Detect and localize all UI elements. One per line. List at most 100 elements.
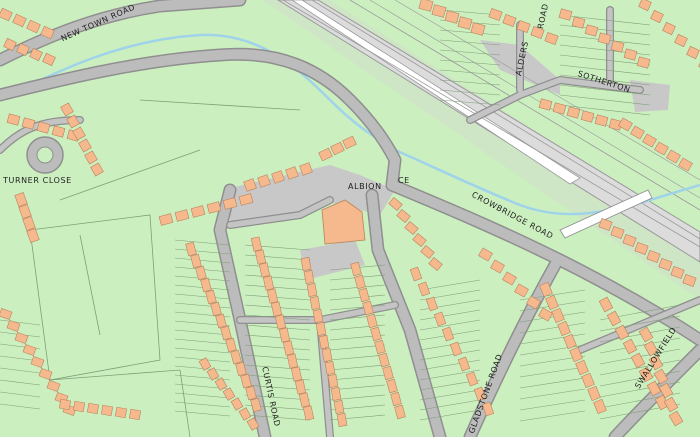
parcel-line — [439, 79, 501, 86]
parcel-line — [329, 304, 386, 311]
map-detail-layer — [0, 0, 700, 431]
map-canvas[interactable]: NEW TOWN ROAD TURNER CLOSE ALBION CE CRO… — [0, 0, 700, 437]
parcel-line — [174, 293, 231, 300]
building — [257, 174, 271, 188]
building — [502, 271, 517, 286]
building — [350, 261, 362, 277]
building — [636, 56, 651, 69]
building — [327, 374, 339, 388]
building — [14, 331, 29, 345]
building — [598, 296, 614, 313]
building — [580, 110, 595, 123]
building — [51, 125, 66, 138]
building — [388, 196, 403, 212]
building — [516, 20, 531, 33]
building — [622, 234, 637, 247]
building — [318, 147, 333, 162]
building — [266, 288, 279, 304]
building — [428, 256, 443, 272]
building — [300, 257, 312, 271]
building — [539, 281, 553, 298]
building — [6, 113, 21, 126]
building — [597, 32, 612, 45]
building — [558, 8, 573, 21]
building — [38, 367, 53, 381]
building — [333, 400, 345, 414]
building — [386, 378, 398, 394]
building — [271, 170, 285, 184]
parcel-line — [0, 391, 41, 398]
parcel-line — [329, 374, 386, 381]
parcel-line — [559, 54, 651, 66]
building — [418, 0, 434, 12]
parcel-line — [439, 39, 501, 46]
parcel-line — [174, 338, 231, 345]
building — [330, 141, 345, 156]
building — [598, 218, 613, 231]
building — [84, 150, 98, 165]
parcel-line — [244, 284, 311, 291]
building — [36, 121, 51, 134]
building — [12, 13, 27, 28]
building — [230, 397, 244, 411]
building — [606, 310, 622, 327]
parcel-line — [419, 389, 481, 401]
building — [646, 250, 661, 263]
building — [544, 32, 559, 45]
parcel-line — [174, 248, 231, 255]
building — [278, 327, 291, 343]
building — [417, 281, 431, 297]
building — [650, 9, 664, 24]
parcel-line — [244, 334, 311, 341]
label-turner-close: TURNER CLOSE — [3, 176, 72, 185]
building — [306, 283, 318, 297]
parcel-line — [419, 399, 481, 411]
building — [668, 410, 684, 427]
building — [653, 368, 669, 385]
building — [22, 343, 37, 357]
building — [18, 203, 32, 220]
building — [321, 348, 333, 362]
building — [444, 10, 460, 24]
building — [286, 353, 299, 369]
building — [610, 40, 625, 53]
building — [246, 417, 260, 431]
building — [336, 413, 348, 427]
building — [663, 396, 679, 413]
parcel-line — [244, 274, 311, 281]
building — [78, 138, 92, 153]
building — [642, 133, 657, 148]
building — [470, 22, 486, 36]
building — [72, 400, 86, 413]
building — [158, 213, 174, 226]
building — [16, 42, 30, 57]
building — [318, 335, 330, 349]
building — [488, 8, 503, 21]
building — [210, 301, 222, 317]
building — [66, 114, 80, 129]
parcel-line — [419, 349, 481, 361]
building — [205, 289, 217, 305]
building — [220, 325, 232, 341]
building — [370, 326, 382, 342]
building — [312, 309, 324, 323]
parcel-line — [244, 354, 311, 361]
parcel-line — [519, 388, 586, 400]
building — [185, 241, 197, 257]
building — [298, 392, 311, 408]
parcel-line — [439, 29, 501, 36]
building — [545, 294, 559, 311]
building — [128, 408, 142, 421]
parcel-line — [419, 279, 481, 291]
building — [630, 125, 645, 140]
building — [674, 33, 688, 48]
building — [551, 307, 565, 324]
parcel-line — [519, 410, 586, 422]
parcel-line — [519, 377, 586, 389]
building — [587, 385, 601, 402]
building — [646, 380, 662, 397]
building — [303, 270, 315, 284]
building — [412, 232, 427, 248]
building — [366, 313, 378, 329]
building — [662, 21, 676, 36]
